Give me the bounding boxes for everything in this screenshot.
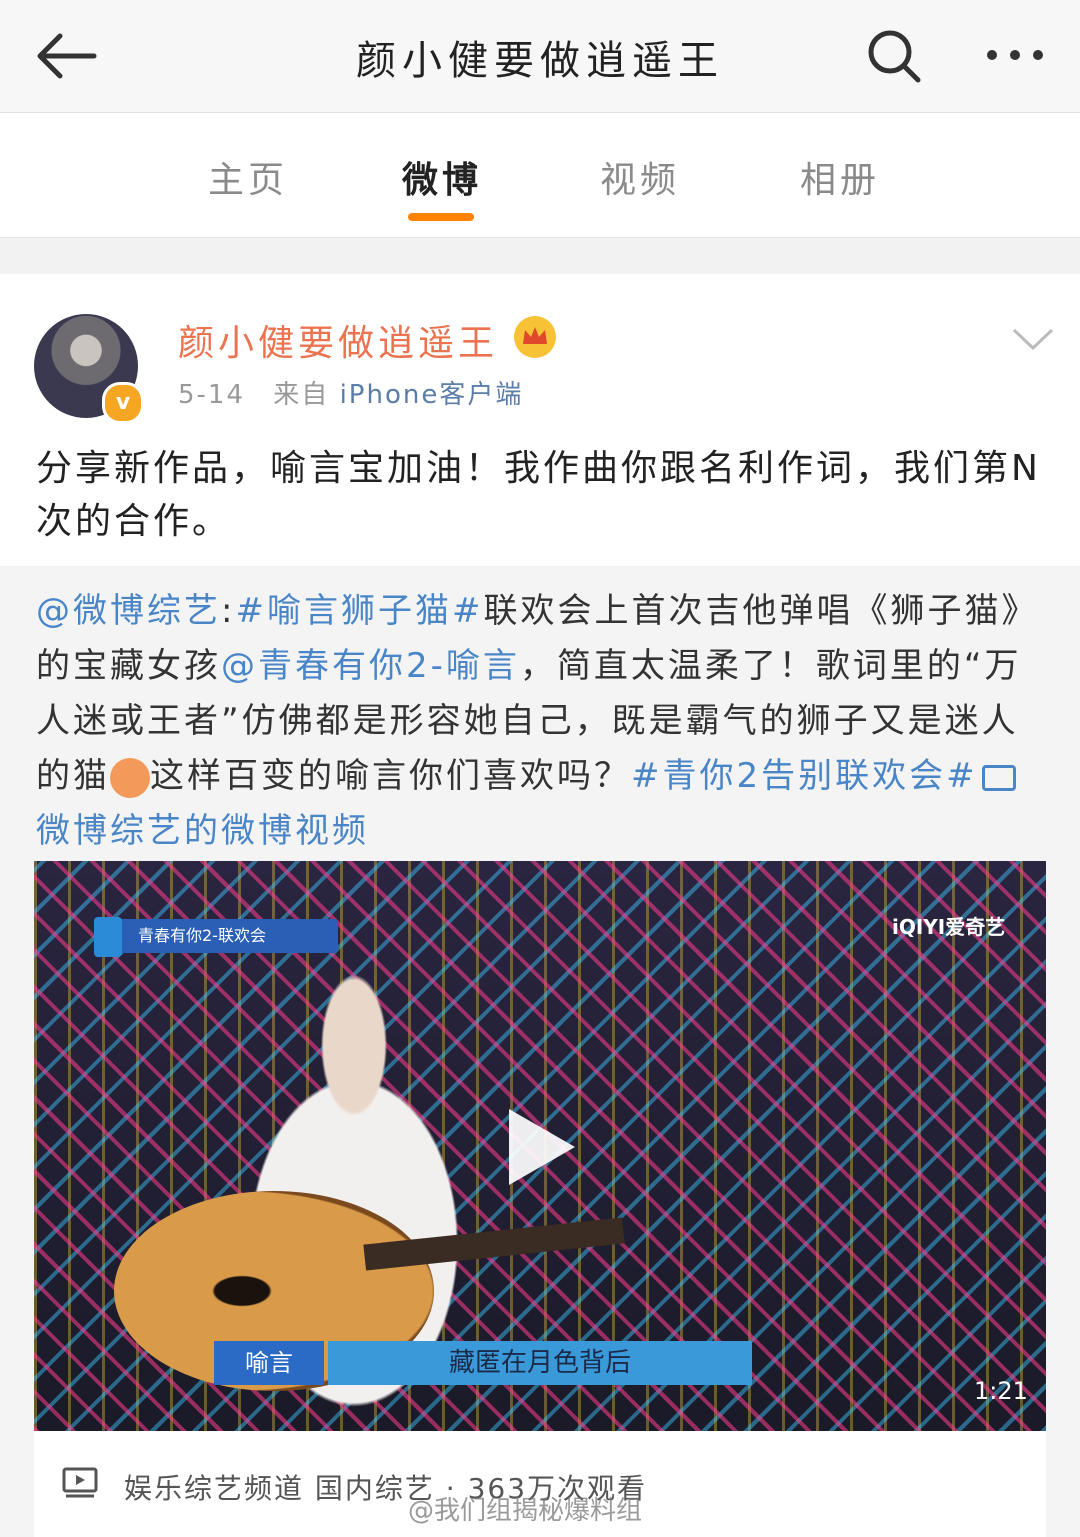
platform-logo: iQIYI爱奇艺 <box>892 915 1006 939</box>
tab-weibo[interactable]: 微博 <box>402 151 482 203</box>
verified-badge-icon: v <box>102 382 144 424</box>
mention-separator: : <box>221 591 236 631</box>
chevron-down-icon[interactable] <box>1010 324 1056 354</box>
post-text: 分享新作品，喻言宝加油！我作曲你跟名利作词，我们第N次的合作。 <box>36 448 1041 542</box>
video-icon <box>62 1467 98 1498</box>
repost-block[interactable]: @微博综艺:#喻言狮子猫#联欢会上首次吉他弹唱《狮子猫》的宝藏女孩@青春有你2-… <box>0 566 1080 1537</box>
video-duration: 1:21 <box>974 1377 1028 1405</box>
post-username[interactable]: 颜小健要做逍遥王 <box>178 314 498 366</box>
nameplate: 喻言 <box>214 1341 324 1385</box>
tab-album[interactable]: 相册 <box>800 151 880 203</box>
source-prefix: 来自 <box>273 380 330 410</box>
watermark: @我们组揭秘爆料组 <box>408 1496 643 1526</box>
repost-text-3: 这样百变的喻言你们喜欢吗？ <box>150 756 631 796</box>
show-tag: 青春有你2-联欢会 <box>98 919 338 953</box>
video-source-link[interactable]: 微博综艺的微博视频 <box>36 811 369 851</box>
profile-tabs: 主页 微博 视频 相册 <box>0 113 1080 238</box>
video-link-icon <box>981 764 1016 791</box>
emoji-icon <box>110 757 150 798</box>
video-subtitle: 藏匿在月色背后 <box>328 1341 752 1385</box>
hashtag-link[interactable]: #青你2告别联欢会# <box>631 756 978 796</box>
search-icon[interactable] <box>864 26 924 86</box>
mention-link[interactable]: @微博综艺 <box>36 591 221 631</box>
repost-text: @微博综艺:#喻言狮子猫#联欢会上首次吉他弹唱《狮子猫》的宝藏女孩@青春有你2-… <box>36 584 1048 859</box>
tab-video[interactable]: 视频 <box>600 151 680 203</box>
show-logo-icon <box>94 917 122 957</box>
play-icon[interactable] <box>509 1109 575 1185</box>
top-bar: 颜小健要做逍遥王 <box>0 0 1080 113</box>
post-source[interactable]: iPhone客户端 <box>340 380 524 410</box>
mention-link[interactable]: @青春有你2-喻言 <box>221 646 520 686</box>
post-card[interactable]: v 颜小健要做逍遥王 5-14 来自 iPhone客户端 分享新作品，喻言宝加油… <box>0 274 1080 1537</box>
hashtag-link[interactable]: #喻言狮子猫# <box>235 591 483 631</box>
crown-icon <box>514 316 556 358</box>
active-tab-indicator <box>408 213 474 221</box>
more-options-icon[interactable] <box>980 30 1050 80</box>
video-player[interactable]: 青春有你2-联欢会 iQIYI爱奇艺 喻言 藏匿在月色背后 1:21 <box>34 861 1046 1431</box>
post-date: 5-14 <box>178 380 246 410</box>
tab-home[interactable]: 主页 <box>208 151 288 203</box>
post-meta: 5-14 来自 iPhone客户端 <box>178 374 523 411</box>
